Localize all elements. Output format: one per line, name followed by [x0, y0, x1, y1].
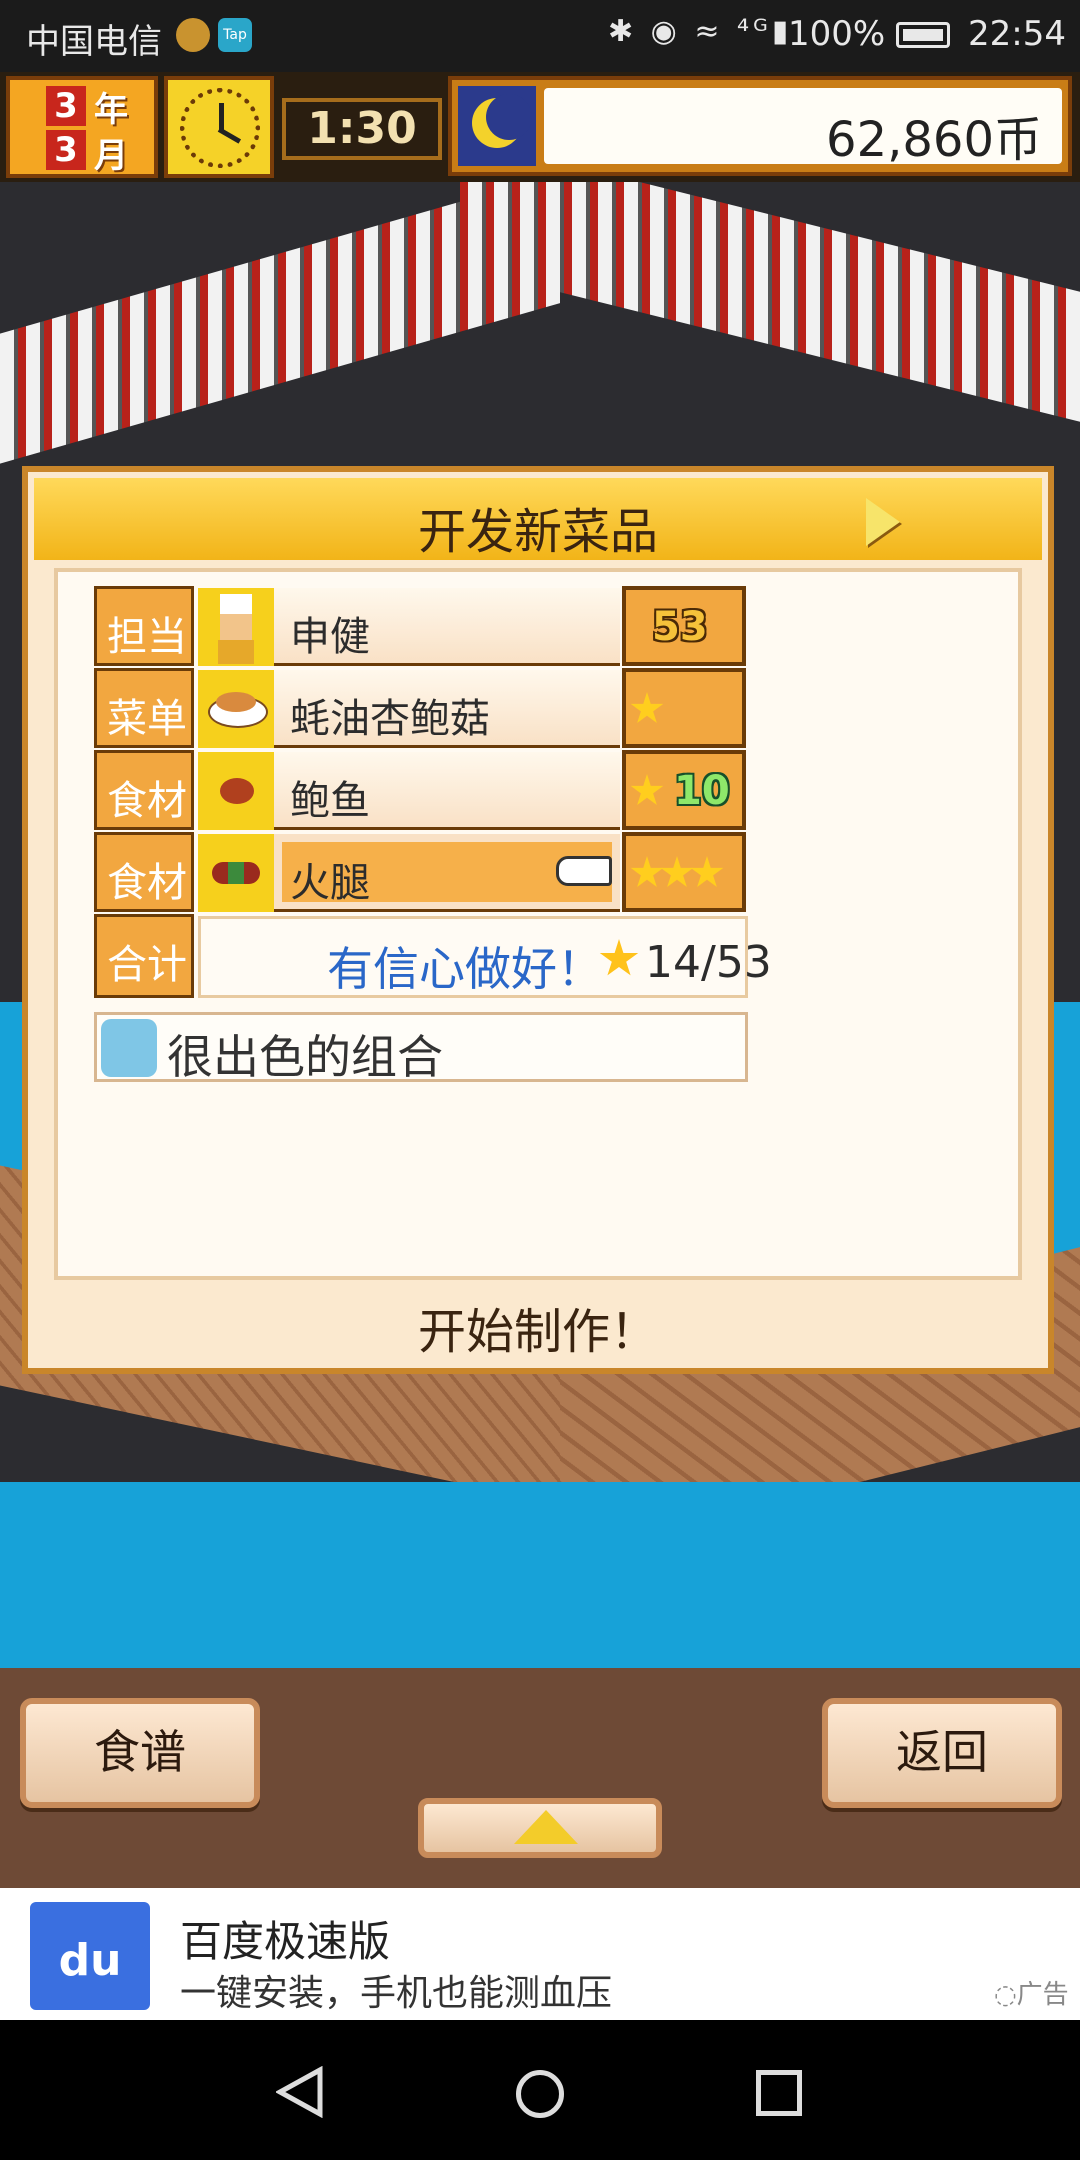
home-circle-icon[interactable]: [516, 2070, 564, 2118]
star-icon: [630, 856, 664, 887]
comment-text: 很出色的组合: [167, 1030, 443, 1084]
dish-icon: [198, 670, 274, 748]
ingredient-1-cell[interactable]: 鲍鱼: [274, 752, 620, 830]
recipes-button[interactable]: 食谱: [20, 1698, 260, 1808]
night-moon-icon: [458, 86, 536, 166]
start-cooking-button[interactable]: 开始制作！: [28, 1292, 1048, 1372]
bottom-menu-bar: 食谱 返回: [0, 1668, 1080, 1888]
ingredient-2-cell[interactable]: 火腿: [274, 834, 620, 912]
row-label-chef: 担当: [94, 586, 194, 666]
total-summary: 有信心做好！ 14/53: [198, 916, 772, 998]
status-bar: 中国电信 Tap ✱ ◉ ≈ ⁴ᴳ▮ 100% 22:54: [0, 0, 1080, 72]
clock-time: 22:54: [968, 14, 1066, 54]
chef-name-cell[interactable]: 申健: [274, 588, 620, 666]
ham-icon: [198, 834, 274, 912]
year-unit: 年: [94, 90, 128, 130]
ad-tag: ◌广告: [994, 1980, 1069, 2010]
new-dish-dialog: 开发新菜品 担当 申健 53 菜单 蚝油杏鲍菇 食材 鲍鱼 10 食材 火腿 合…: [22, 466, 1054, 1374]
chef-icon: [198, 588, 274, 666]
tap-app-icon: Tap: [218, 18, 252, 52]
row-label-total: 合计: [94, 914, 194, 998]
star-icon: [599, 939, 639, 976]
clock-icon: [180, 88, 260, 168]
battery-percent: 100%: [788, 14, 886, 54]
month-unit: 月: [94, 136, 128, 176]
ad-subtitle: 一键安装，手机也能测血压: [180, 1973, 613, 2014]
row-label-ingredient-1: 食材: [94, 750, 194, 830]
ingredient-2-name: 火腿: [290, 860, 370, 906]
back-triangle-icon[interactable]: [276, 2066, 324, 2118]
star-icon: [630, 692, 664, 723]
roof-right: [460, 182, 1080, 437]
chef-level: 53: [652, 604, 708, 650]
carrier-label: 中国电信: [26, 22, 162, 62]
score-text: 14/53: [645, 937, 772, 988]
recent-apps-icon[interactable]: [756, 2070, 802, 2116]
ingredient-1-name: 鲍鱼: [290, 778, 370, 824]
chef-name: 申健: [290, 614, 370, 660]
mascot-icon: [101, 1019, 157, 1077]
expand-up-button[interactable]: [418, 1798, 662, 1858]
connectivity-icons: ✱ ◉ ≈ ⁴ᴳ▮: [608, 14, 793, 49]
star-icon: [660, 856, 694, 887]
back-button[interactable]: 返回: [822, 1698, 1062, 1808]
water-lower: [0, 1482, 1080, 1668]
clock-button[interactable]: [164, 76, 274, 178]
chef-level-cell: 53: [622, 586, 746, 666]
star-icon: [690, 856, 724, 887]
ingredient-1-rating-cell: 10: [622, 750, 746, 830]
dialog-header: 开发新菜品: [34, 478, 1042, 560]
row-label-ingredient-2: 食材: [94, 832, 194, 912]
ingredient-2-rating-cell: [622, 832, 746, 912]
ingredient-1-value: 10: [674, 768, 730, 814]
star-icon: [630, 774, 664, 805]
pointing-hand-icon: [556, 856, 612, 886]
money-display: 62,860币: [448, 76, 1072, 176]
date-display: 3 年 3 月: [6, 76, 158, 178]
battery-icon: [896, 22, 950, 48]
confidence-text: 有信心做好！: [327, 942, 603, 996]
next-arrow-icon[interactable]: [866, 498, 900, 546]
system-nav-bar: [0, 2020, 1080, 2160]
menu-name-cell[interactable]: 蚝油杏鲍菇: [274, 670, 620, 748]
ad-banner[interactable]: du 百度极速版 一键安装，手机也能测血压 ◌广告: [0, 1888, 1080, 2020]
row-label-menu: 菜单: [94, 668, 194, 748]
baidu-paw-icon: du: [30, 1902, 150, 2010]
coin-app-icon: [176, 18, 210, 52]
game-timer: 1:30: [282, 98, 442, 160]
ad-title: 百度极速版: [180, 1917, 391, 1966]
comment-box: 很出色的组合: [94, 1012, 748, 1084]
month-number: 3: [46, 130, 86, 170]
abalone-icon: [198, 752, 274, 830]
year-number: 3: [46, 86, 86, 126]
money-amount: 62,860币: [826, 112, 1042, 168]
menu-rating-cell: [622, 668, 746, 748]
menu-name: 蚝油杏鲍菇: [290, 696, 490, 742]
